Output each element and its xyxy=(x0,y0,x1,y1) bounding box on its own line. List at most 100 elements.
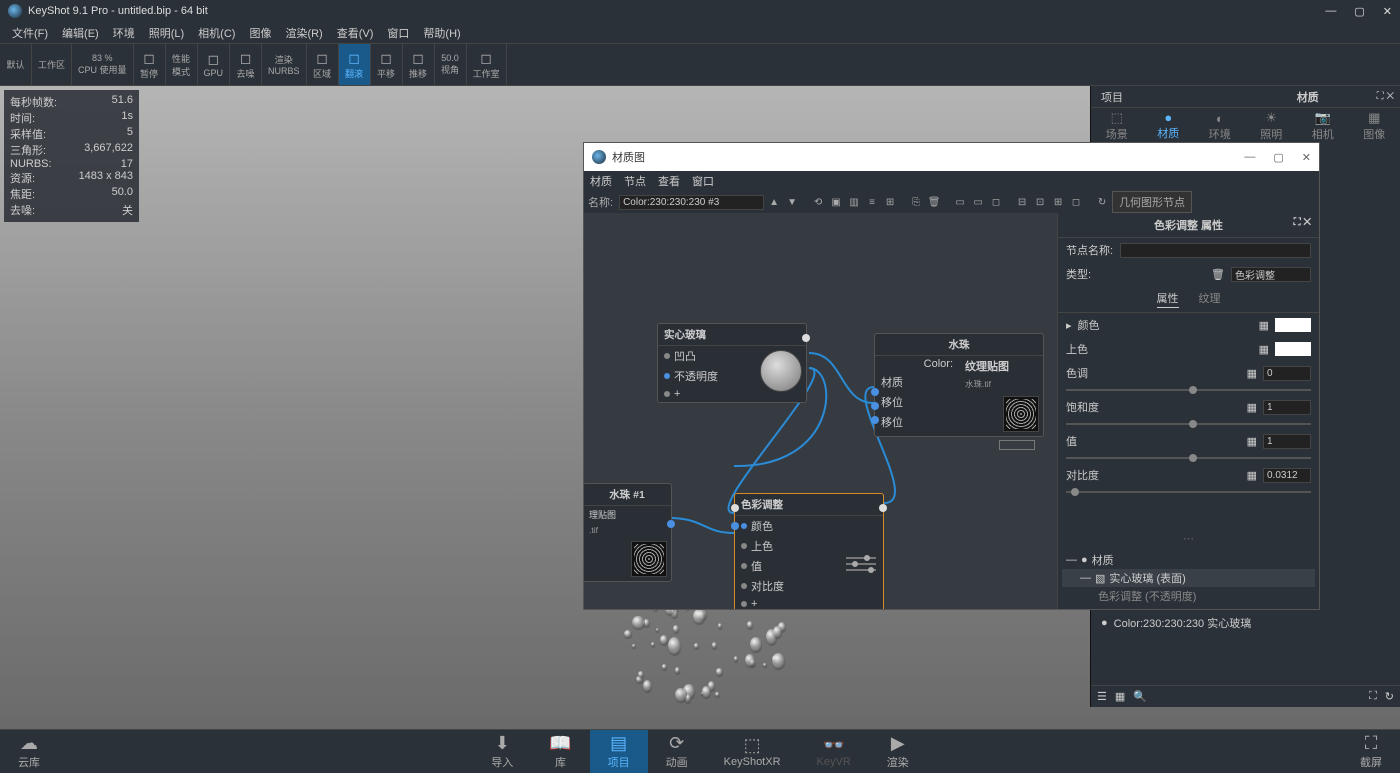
panel-tab[interactable]: ⬚场景 xyxy=(1091,108,1143,144)
mg-menu-item[interactable]: 节点 xyxy=(624,173,646,189)
tint-swatch[interactable] xyxy=(1275,342,1311,356)
search-icon[interactable]: 🔍 xyxy=(1133,690,1147,703)
maximize-button[interactable]: ▢ xyxy=(1354,5,1364,18)
checker-icon[interactable]: ▦ xyxy=(1247,435,1257,448)
node-name-input[interactable] xyxy=(1120,243,1311,258)
minimize-button[interactable]: — xyxy=(1325,5,1336,18)
bottom-button-截屏[interactable]: ⛶截屏 xyxy=(1342,730,1400,773)
sat-slider[interactable] xyxy=(1066,423,1311,425)
bottom-button-云库[interactable]: ☁云库 xyxy=(0,730,58,773)
panel-tab[interactable]: ◐环境 xyxy=(1194,108,1246,144)
bottom-button-项目[interactable]: ▤项目 xyxy=(590,730,648,773)
tb-icon[interactable]: ◻ xyxy=(1068,194,1084,210)
toolbar-button[interactable]: ◻推移 xyxy=(403,44,435,85)
node-solid-glass[interactable]: 实心玻璃 凹凸 不透明度 + xyxy=(657,323,807,403)
menu-item[interactable]: 照明(L) xyxy=(143,25,190,41)
menu-item[interactable]: 相机(C) xyxy=(192,25,241,41)
tb-icon[interactable]: ⊞ xyxy=(882,194,898,210)
toolbar-button[interactable]: 渲染NURBS xyxy=(262,44,307,85)
panel-header-icons[interactable]: ⛶ ✕ xyxy=(1377,91,1394,102)
tab-properties[interactable]: 属性 xyxy=(1157,290,1179,308)
panel-tab[interactable]: 📷相机 xyxy=(1297,108,1349,144)
menu-item[interactable]: 编辑(E) xyxy=(56,25,105,41)
bottom-button-渲染[interactable]: ▶渲染 xyxy=(869,730,927,773)
bottom-button-动画[interactable]: ⟳动画 xyxy=(648,730,706,773)
menu-item[interactable]: 文件(F) xyxy=(6,25,54,41)
down-icon[interactable]: ▼ xyxy=(784,194,800,210)
panel-tab[interactable]: ☀照明 xyxy=(1246,108,1298,144)
hue-input[interactable] xyxy=(1263,366,1311,381)
mg-menu-item[interactable]: 查看 xyxy=(658,173,680,189)
tb-icon[interactable]: ⟲ xyxy=(810,194,826,210)
checker-icon[interactable]: ▦ xyxy=(1247,401,1257,414)
toolbar-button[interactable]: ◻工作室 xyxy=(467,44,507,85)
toolbar-button[interactable]: ◻平移 xyxy=(371,44,403,85)
tb-icon[interactable]: ⊡ xyxy=(1032,194,1048,210)
node-water-bead[interactable]: 水珠 Color: 材质 移位 移位 纹理贴图 水珠.tif xyxy=(874,333,1044,437)
node-water-bead-1[interactable]: 水珠 #1 理贴图 .tif xyxy=(584,483,672,582)
tb-icon[interactable]: ◻ xyxy=(988,194,1004,210)
bottom-button-KeyVR[interactable]: 👓KeyVR xyxy=(799,730,869,773)
tb-icon[interactable]: ▭ xyxy=(970,194,986,210)
delete-icon[interactable]: 🗑 xyxy=(926,194,942,210)
drag-handle[interactable]: ⋯ xyxy=(1058,530,1319,547)
mg-maximize-button[interactable]: ▢ xyxy=(1273,151,1283,164)
menu-item[interactable]: 查看(V) xyxy=(331,25,380,41)
node-tree[interactable]: —●材质 —▧实心玻璃 (表面) 色彩调整 (不透明度) xyxy=(1058,547,1319,609)
sat-input[interactable] xyxy=(1263,400,1311,415)
mg-minimize-button[interactable]: — xyxy=(1244,151,1255,164)
tb-icon[interactable]: ⊞ xyxy=(1050,194,1066,210)
refresh-icon[interactable]: ↻ xyxy=(1385,690,1394,703)
menu-item[interactable]: 图像 xyxy=(243,25,277,41)
prop-header-icons[interactable]: ⛶ ✕ xyxy=(1294,217,1311,228)
mg-close-button[interactable]: ✕ xyxy=(1302,151,1311,164)
material-row[interactable]: ●Color:230:230:230 实心玻璃 xyxy=(1097,613,1394,633)
toolbar-button[interactable]: 50.0视角 xyxy=(435,44,467,85)
tb-icon[interactable]: ≡ xyxy=(864,194,880,210)
tab-texture[interactable]: 纹理 xyxy=(1199,290,1221,308)
color-swatch[interactable] xyxy=(1275,318,1311,332)
panel-tab[interactable]: ●材质 xyxy=(1143,108,1195,144)
node-color-adjust[interactable]: 色彩调整 颜色 上色 值 对比度 + xyxy=(734,493,884,609)
delete-icon[interactable]: 🗑 xyxy=(1211,268,1225,281)
tree-item[interactable]: 材质 xyxy=(1092,552,1114,568)
checker-icon[interactable]: ▦ xyxy=(1247,367,1257,380)
menu-item[interactable]: 渲染(R) xyxy=(279,25,328,41)
node-canvas[interactable]: 实心玻璃 凹凸 不透明度 + 水珠 Color: 材质 xyxy=(584,213,1057,609)
toolbar-button[interactable]: ◻去噪 xyxy=(230,44,262,85)
name-input[interactable] xyxy=(619,195,764,210)
tb-icon[interactable]: ⊟ xyxy=(1014,194,1030,210)
expand-icon[interactable]: ▸ xyxy=(1066,319,1072,332)
contrast-input[interactable] xyxy=(1263,468,1311,483)
tree-item[interactable]: 实心玻璃 (表面) xyxy=(1109,570,1185,586)
grid-view-icon[interactable]: ▦ xyxy=(1115,690,1125,703)
value-input[interactable] xyxy=(1263,434,1311,449)
close-button[interactable]: ✕ xyxy=(1383,5,1392,18)
menu-item[interactable]: 窗口 xyxy=(381,25,415,41)
bottom-button-库[interactable]: 📖库 xyxy=(531,730,589,773)
geometry-node-button[interactable]: 几何图形节点 xyxy=(1112,191,1192,213)
toolbar-button[interactable]: ◻GPU xyxy=(198,44,231,85)
contrast-slider[interactable] xyxy=(1066,491,1311,493)
value-slider[interactable] xyxy=(1066,457,1311,459)
copy-icon[interactable]: ⎘ xyxy=(908,194,924,210)
toolbar-button[interactable]: 工作区 xyxy=(32,44,72,85)
hue-slider[interactable] xyxy=(1066,389,1311,391)
list-view-icon[interactable]: ☰ xyxy=(1097,690,1107,703)
checker-icon[interactable]: ▦ xyxy=(1247,469,1257,482)
toolbar-button[interactable]: ◻区域 xyxy=(307,44,339,85)
toolbar-button[interactable]: 83 %CPU 使用量 xyxy=(72,44,134,85)
toolbar-button[interactable]: ◻暂停 xyxy=(134,44,166,85)
toolbar-button[interactable]: 性能模式 xyxy=(166,44,198,85)
toolbar-button[interactable]: 默认 xyxy=(0,44,32,85)
menu-item[interactable]: 帮助(H) xyxy=(417,25,466,41)
panel-tab[interactable]: ▦图像 xyxy=(1349,108,1400,144)
tb-icon[interactable]: ▣ xyxy=(828,194,844,210)
mg-titlebar[interactable]: 材质图 — ▢ ✕ xyxy=(584,143,1319,171)
tb-icon[interactable]: ▥ xyxy=(846,194,862,210)
refresh-icon[interactable]: ↻ xyxy=(1094,194,1110,210)
bottom-button-导入[interactable]: ⬇导入 xyxy=(473,730,531,773)
menu-item[interactable]: 环境 xyxy=(107,25,141,41)
tb-icon[interactable]: ▭ xyxy=(952,194,968,210)
toolbar-button[interactable]: ◻翻滚 xyxy=(339,44,371,85)
